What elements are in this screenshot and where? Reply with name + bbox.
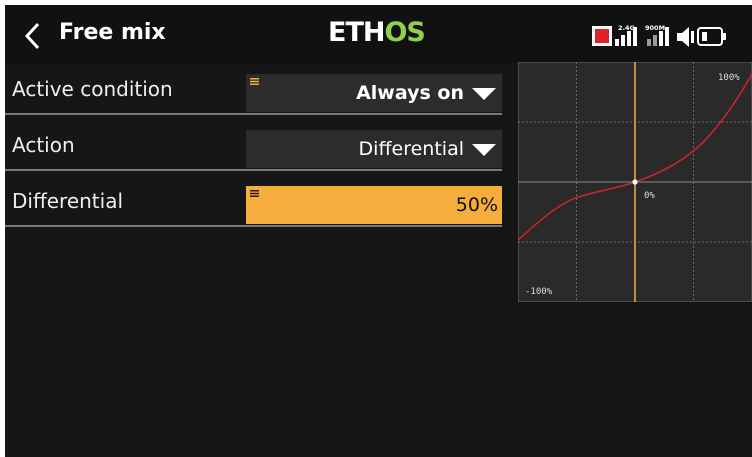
label-center: 0% xyxy=(644,191,655,201)
differential-value-field[interactable]: 50% xyxy=(246,186,502,224)
edit-marker-icon xyxy=(250,78,259,85)
battery-icon xyxy=(697,27,726,46)
active-condition-row: Active condition Always on xyxy=(5,63,502,115)
active-condition-value: Always on xyxy=(356,82,464,104)
status-icons: 2.4G 900M xyxy=(592,24,726,47)
active-condition-select[interactable]: Always on xyxy=(246,74,502,112)
svg-text:900M: 900M xyxy=(645,24,665,32)
action-label: Action xyxy=(12,133,75,157)
differential-label: Differential xyxy=(12,189,124,213)
action-row: Action Differential xyxy=(5,119,502,171)
edit-marker-icon xyxy=(250,190,259,197)
header-bar: Free mix ETHOS 2.4G 900M xyxy=(5,5,752,63)
action-value: Differential xyxy=(358,138,464,160)
screen: Free mix ETHOS 2.4G 900M Active conditio… xyxy=(5,5,752,457)
back-arrow-icon[interactable] xyxy=(21,21,45,51)
rf-24g-signal-icon: 2.4G xyxy=(615,24,637,46)
dropdown-caret-icon xyxy=(472,144,496,156)
action-select[interactable]: Differential xyxy=(246,130,502,168)
differential-value: 50% xyxy=(455,194,498,216)
ethos-logo: ETHOS xyxy=(328,17,426,48)
label-top: 100% xyxy=(718,73,740,83)
label-bottom: -100% xyxy=(525,287,553,297)
rf-900m-signal-icon: 900M xyxy=(645,24,669,46)
differential-curve-graph: 100% 0% -100% xyxy=(518,62,752,302)
svg-text:2.4G: 2.4G xyxy=(618,24,635,32)
dropdown-caret-icon xyxy=(472,88,496,100)
page-title: Free mix xyxy=(59,20,166,45)
active-condition-label: Active condition xyxy=(12,77,173,101)
row-divider xyxy=(5,113,502,115)
differential-row: Differential 50% xyxy=(5,175,502,227)
center-point xyxy=(632,179,638,185)
row-divider xyxy=(5,225,502,227)
speaker-icon xyxy=(677,27,694,47)
row-divider xyxy=(5,169,502,171)
